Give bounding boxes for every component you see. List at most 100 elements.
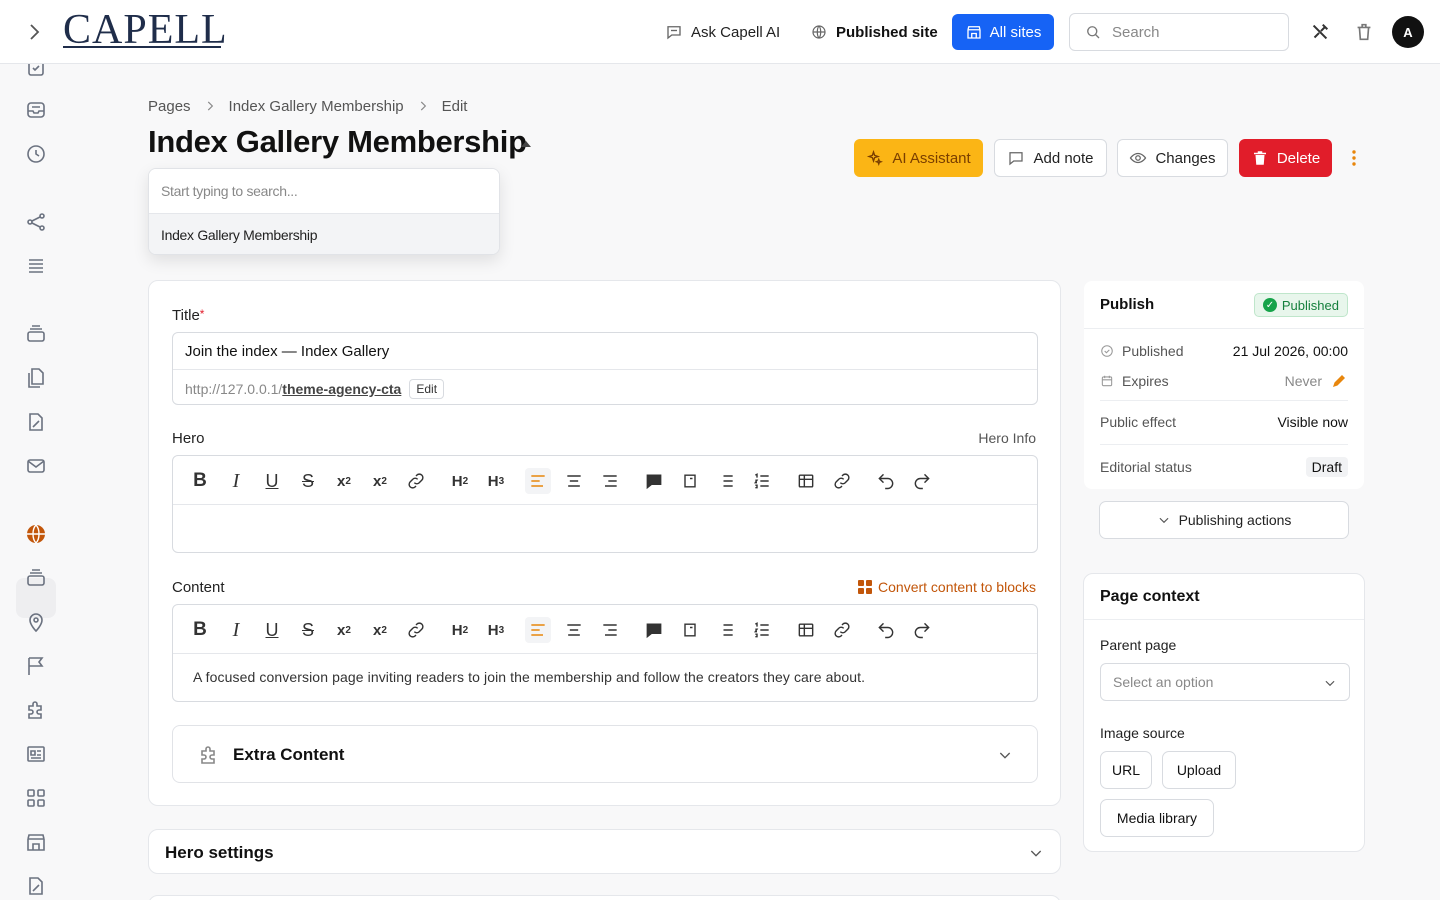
quote-bubble-icon[interactable] (641, 468, 667, 494)
align-center-icon[interactable] (561, 617, 587, 643)
permalink-slug[interactable]: theme-agency-cta (282, 381, 401, 397)
bold-icon[interactable]: B (187, 617, 213, 643)
strikethrough-icon[interactable]: S (295, 617, 321, 643)
quote-bubble-icon[interactable] (641, 617, 667, 643)
breadcrumb-pages[interactable]: Pages (148, 98, 191, 115)
numbered-list-icon[interactable] (749, 468, 775, 494)
url-button[interactable]: URL (1100, 751, 1152, 789)
title-input[interactable] (173, 333, 1037, 370)
stack-icon[interactable] (24, 566, 48, 590)
publishing-actions-button[interactable]: Publishing actions (1099, 501, 1349, 539)
mail-icon[interactable] (24, 454, 48, 478)
caret-up-icon[interactable] (521, 141, 531, 147)
page-title[interactable]: Index Gallery Membership (148, 124, 527, 160)
bullet-list-icon[interactable] (713, 468, 739, 494)
all-sites-button[interactable]: All sites (952, 14, 1054, 50)
sparkles-icon (867, 149, 884, 166)
inbox-icon[interactable] (24, 98, 48, 122)
delete-button[interactable]: Delete (1239, 139, 1332, 177)
align-right-icon[interactable] (597, 468, 623, 494)
bullet-list-icon[interactable] (713, 617, 739, 643)
eye-icon (1130, 152, 1147, 164)
heading-3-icon[interactable]: H3 (483, 468, 509, 494)
global-search[interactable] (1069, 13, 1289, 51)
link-icon[interactable] (403, 468, 429, 494)
table-icon[interactable] (793, 468, 819, 494)
required-mark: * (199, 307, 205, 321)
title-label-text: Title (172, 307, 200, 324)
divider (1084, 619, 1364, 620)
share-icon[interactable] (24, 210, 48, 234)
upload-button[interactable]: Upload (1162, 751, 1236, 789)
embed-icon[interactable] (677, 468, 703, 494)
changes-button[interactable]: Changes (1117, 139, 1228, 177)
superscript-icon[interactable]: x2 (367, 468, 393, 494)
documents-icon[interactable] (24, 366, 48, 390)
page-switcher-option[interactable]: Index Gallery Membership (149, 214, 499, 254)
undo-icon[interactable] (873, 468, 899, 494)
redo-icon[interactable] (909, 617, 935, 643)
ai-assistant-label: AI Assistant (892, 149, 971, 167)
permalink-base: http://127.0.0.1/ (185, 381, 283, 397)
superscript-icon[interactable]: x2 (367, 617, 393, 643)
content-editor-body[interactable]: A focused conversion page inviting reade… (193, 669, 865, 685)
align-center-icon[interactable] (561, 468, 587, 494)
permalink-edit-button[interactable]: Edit (409, 379, 445, 399)
subscript-icon[interactable]: x2 (331, 617, 357, 643)
strikethrough-icon[interactable]: S (295, 468, 321, 494)
location-pin-icon[interactable] (24, 610, 48, 634)
hero-settings-section[interactable]: Hero settings (148, 829, 1061, 874)
sidebar-toggle-chevron-icon[interactable] (22, 20, 46, 44)
clock-icon[interactable] (24, 142, 48, 166)
underline-icon[interactable]: U (259, 468, 285, 494)
heading-2-icon[interactable]: H2 (447, 468, 473, 494)
redo-icon[interactable] (909, 468, 935, 494)
add-note-button[interactable]: Add note (994, 139, 1107, 177)
grid-icon[interactable] (24, 786, 48, 810)
attachment-link-icon[interactable] (829, 617, 855, 643)
breadcrumb-page[interactable]: Index Gallery Membership (229, 98, 404, 115)
published-site-link[interactable]: Published site (810, 20, 938, 44)
trash-icon[interactable] (1353, 21, 1375, 43)
align-right-icon[interactable] (597, 617, 623, 643)
list-icon[interactable] (24, 254, 48, 278)
more-options-icon[interactable] (1346, 148, 1362, 168)
attachment-link-icon[interactable] (829, 468, 855, 494)
align-left-icon[interactable] (525, 468, 551, 494)
content-card: Title* http://127.0.0.1/ theme-agency-ct… (148, 280, 1061, 806)
subscript-icon[interactable]: x2 (331, 468, 357, 494)
convert-to-blocks-link[interactable]: Convert content to blocks (858, 579, 1036, 595)
page-context-card: Page context Parent page Select an optio… (1083, 573, 1365, 852)
ask-ai-link[interactable]: Ask Capell AI (665, 20, 780, 44)
align-left-icon[interactable] (525, 617, 551, 643)
bold-icon[interactable]: B (187, 468, 213, 494)
italic-icon[interactable]: I (223, 468, 249, 494)
italic-icon[interactable]: I (223, 617, 249, 643)
pencil-icon[interactable] (1330, 372, 1348, 390)
ai-assistant-button[interactable]: AI Assistant (854, 139, 983, 177)
heading-3-icon[interactable]: H3 (483, 617, 509, 643)
undo-icon[interactable] (873, 617, 899, 643)
page-brush-icon[interactable] (24, 874, 48, 898)
puzzle-icon[interactable] (24, 698, 48, 722)
store-icon[interactable] (24, 830, 48, 854)
heading-2-icon[interactable]: H2 (447, 617, 473, 643)
underline-icon[interactable]: U (259, 617, 285, 643)
link-icon[interactable] (403, 617, 429, 643)
search-input[interactable] (1112, 23, 1262, 41)
parent-page-select[interactable]: Select an option (1100, 663, 1350, 701)
media-library-button[interactable]: Media library (1100, 799, 1214, 837)
flag-icon[interactable] (24, 654, 48, 678)
page-switcher-search[interactable] (149, 169, 499, 214)
layers-icon[interactable] (24, 322, 48, 346)
check-circle-outline-icon (1101, 345, 1113, 357)
globe-icon-active[interactable] (24, 522, 48, 546)
embed-icon[interactable] (677, 617, 703, 643)
newspaper-icon[interactable] (24, 742, 48, 766)
user-avatar[interactable]: A (1392, 16, 1424, 48)
tools-icon[interactable] (1309, 21, 1331, 43)
extra-content-section[interactable]: Extra Content (172, 725, 1038, 783)
numbered-list-icon[interactable] (749, 617, 775, 643)
table-icon[interactable] (793, 617, 819, 643)
page-edit-icon[interactable] (24, 410, 48, 434)
